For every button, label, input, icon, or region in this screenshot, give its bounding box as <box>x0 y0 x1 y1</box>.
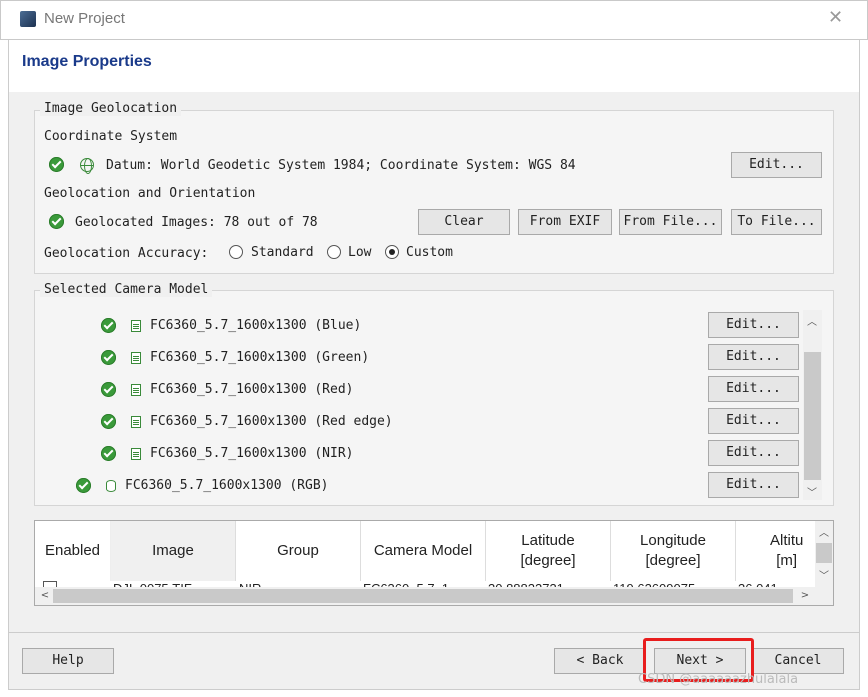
check-icon <box>101 446 116 461</box>
scroll-left-icon[interactable]: < <box>37 590 53 601</box>
accuracy-custom-label: Custom <box>406 245 453 260</box>
document-icon <box>131 352 141 364</box>
accuracy-standard-radio[interactable] <box>229 245 243 259</box>
cancel-button[interactable]: Cancel <box>752 648 844 674</box>
back-button[interactable]: < Back <box>554 648 646 674</box>
scroll-down-icon[interactable]: ﹀ <box>816 567 832 582</box>
accuracy-low-radio[interactable] <box>327 245 341 259</box>
column-header-group[interactable]: Group <box>236 521 361 581</box>
app-icon <box>20 11 36 27</box>
column-header-altitude[interactable]: Altitu [m] <box>736 521 816 581</box>
scroll-up-icon[interactable]: ︿ <box>816 524 832 539</box>
camera-model-name: FC6360_5.7_1600x1300 (Green) <box>150 350 370 365</box>
close-icon[interactable]: ✕ <box>828 7 843 28</box>
camera-edit-button[interactable]: Edit... <box>708 312 799 338</box>
scroll-up-icon[interactable]: ︿ <box>804 313 820 328</box>
document-icon <box>131 320 141 332</box>
to-file-button[interactable]: To File... <box>731 209 822 235</box>
camera-edit-button[interactable]: Edit... <box>708 472 799 498</box>
help-button[interactable]: Help <box>22 648 114 674</box>
camera-list-scroll-thumb[interactable] <box>804 352 821 480</box>
globe-icon <box>80 158 94 174</box>
camera-model-name: FC6360_5.7_1600x1300 (Blue) <box>150 318 362 333</box>
accuracy-standard-label: Standard <box>251 245 314 260</box>
window-title: New Project <box>44 10 125 27</box>
accuracy-low-label: Low <box>348 245 372 260</box>
check-icon <box>101 318 116 333</box>
geolocation-group-title: Image Geolocation <box>40 101 182 116</box>
camera-model-name: FC6360_5.7_1600x1300 (RGB) <box>125 478 329 493</box>
camera-edit-button[interactable]: Edit... <box>708 408 799 434</box>
table-hscroll-thumb[interactable] <box>53 589 793 603</box>
check-icon <box>49 157 64 172</box>
clear-button[interactable]: Clear <box>418 209 510 235</box>
coordinate-edit-button[interactable]: Edit... <box>731 152 822 178</box>
document-icon <box>131 416 141 428</box>
camera-model-group-title: Selected Camera Model <box>40 282 213 297</box>
check-icon <box>101 350 116 365</box>
table-vscroll-thumb[interactable] <box>816 543 832 563</box>
check-icon <box>49 214 64 229</box>
coordinate-system-label: Coordinate System <box>44 129 178 144</box>
camera-edit-button[interactable]: Edit... <box>708 376 799 402</box>
camera-edit-button[interactable]: Edit... <box>708 344 799 370</box>
column-header-camera-model[interactable]: Camera Model <box>361 521 486 581</box>
accuracy-custom-radio[interactable] <box>385 245 399 259</box>
from-exif-button[interactable]: From EXIF <box>518 209 612 235</box>
back-label: Back <box>592 653 624 668</box>
document-icon <box>131 384 141 396</box>
check-icon <box>76 478 91 493</box>
geolocated-images-text: Geolocated Images: 78 out of 78 <box>75 215 318 230</box>
camera-model-name: FC6360_5.7_1600x1300 (Red edge) <box>150 414 393 429</box>
camera-model-name: FC6360_5.7_1600x1300 (Red) <box>150 382 354 397</box>
watermark: CSDN @aaaaaazhulalala <box>638 672 799 687</box>
column-header-longitude[interactable]: Longitude [degree] <box>611 521 736 581</box>
camera-edit-button[interactable]: Edit... <box>708 440 799 466</box>
title-bar <box>0 0 868 40</box>
accuracy-label: Geolocation Accuracy: <box>44 246 209 261</box>
geo-orientation-label: Geolocation and Orientation <box>44 186 256 201</box>
check-icon <box>101 414 116 429</box>
column-header-image[interactable]: Image <box>111 521 236 581</box>
column-header-enabled[interactable]: Enabled <box>35 521 111 581</box>
scroll-right-icon[interactable]: > <box>797 590 813 601</box>
datum-text: Datum: World Geodetic System 1984; Coord… <box>106 158 576 173</box>
check-icon <box>101 382 116 397</box>
chevron-left-icon: < <box>576 653 593 668</box>
page-title: Image Properties <box>22 53 152 70</box>
camera-model-name: FC6360_5.7_1600x1300 (NIR) <box>150 446 354 461</box>
scroll-down-icon[interactable]: ﹀ <box>804 484 820 499</box>
document-icon <box>131 448 141 460</box>
from-file-button[interactable]: From File... <box>619 209 722 235</box>
column-header-latitude[interactable]: Latitude [degree] <box>486 521 611 581</box>
image-table: Enabled Image Group Camera Model Latitud… <box>34 520 834 606</box>
database-icon <box>106 480 116 492</box>
